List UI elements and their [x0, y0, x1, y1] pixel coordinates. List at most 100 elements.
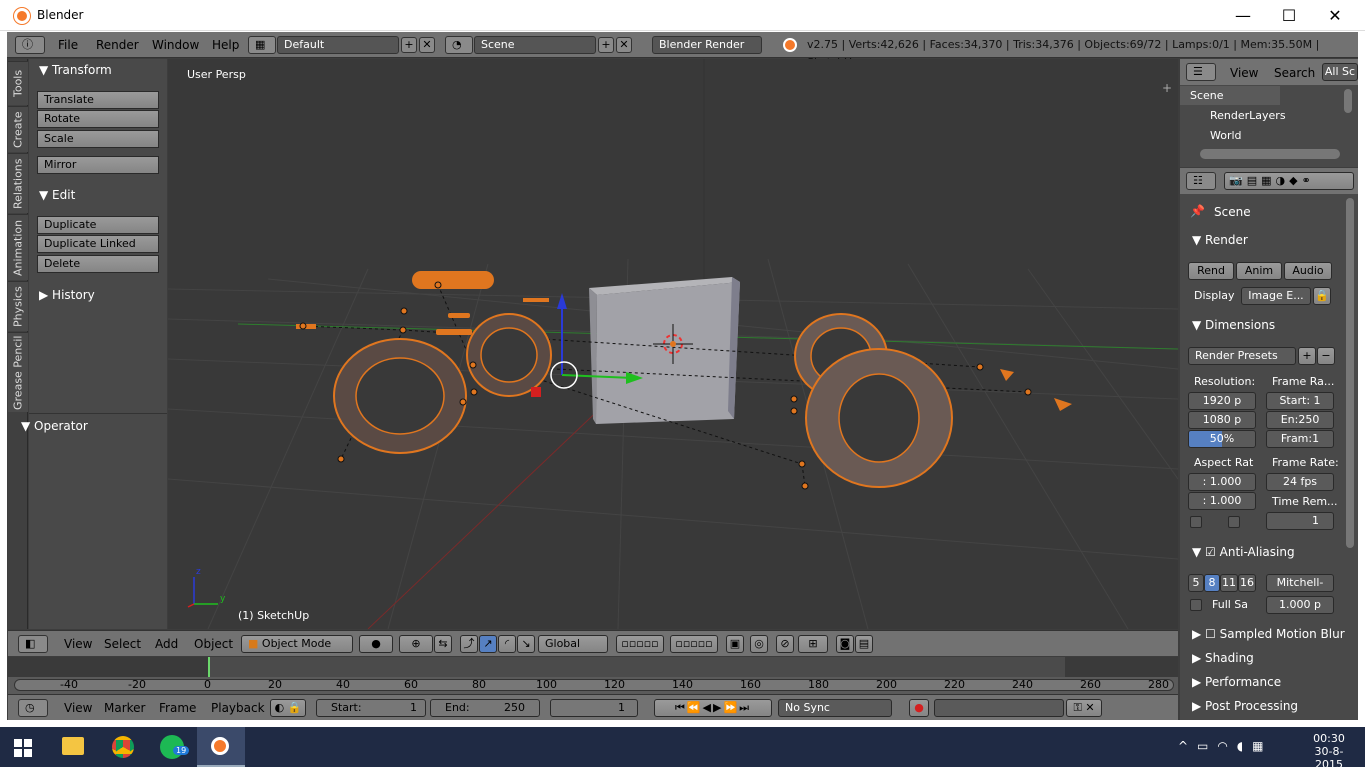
outliner-editor-type-icon[interactable]: ☰: [1186, 63, 1216, 81]
add-preset-button[interactable]: +: [1298, 347, 1316, 365]
aa-filter-select[interactable]: Mitchell-: [1266, 574, 1334, 592]
keyframe-insert-icon[interactable]: ⚿ ✕: [1066, 699, 1102, 717]
tab-grease-pencil[interactable]: Grease Pencil: [8, 332, 28, 412]
menu-select[interactable]: Select: [104, 635, 141, 653]
layers-grid-2[interactable]: ▫▫▫▫▫: [670, 635, 718, 653]
timeline-scrollbar[interactable]: [14, 679, 1174, 691]
playback-controls[interactable]: ⏮⏪◀▶⏩⏭: [654, 699, 772, 717]
resolution-y-field[interactable]: 1080 p: [1188, 411, 1256, 429]
proportional-edit-icon[interactable]: ◎: [750, 635, 768, 653]
pin-icon[interactable]: 📌: [1190, 204, 1205, 218]
properties-vscroll[interactable]: [1346, 198, 1354, 548]
close-button[interactable]: ✕: [1312, 0, 1358, 31]
scale-manipulator-icon[interactable]: ↘: [517, 635, 535, 653]
render-animation-icon[interactable]: ▤: [855, 635, 873, 653]
tab-relations[interactable]: Relations: [8, 153, 28, 213]
view3d-editor-type-icon[interactable]: ◧: [18, 635, 48, 653]
scene-field[interactable]: Scene: [474, 36, 596, 54]
timeline-editor-type-icon[interactable]: ◷: [18, 699, 48, 717]
lock-icon[interactable]: 🔒: [1313, 287, 1331, 305]
translate-button[interactable]: Translate: [37, 91, 159, 109]
aspect-x-field[interactable]: : 1.000: [1188, 473, 1256, 491]
menu-render[interactable]: Render: [96, 36, 139, 54]
duplicate-linked-button[interactable]: Duplicate Linked: [37, 235, 159, 253]
panel-edit-header[interactable]: ▼ Edit: [29, 185, 167, 205]
timeline-menu-view[interactable]: View: [64, 699, 92, 717]
post-processing-panel-header[interactable]: ▶ Post Processing: [1192, 699, 1298, 713]
render-presets-select[interactable]: Render Presets: [1188, 347, 1296, 365]
remove-layout-button[interactable]: ✕: [419, 37, 435, 53]
clock[interactable]: 00:30 30-8-2015: [1301, 732, 1357, 771]
outliner-item-renderlayers[interactable]: RenderLayers: [1210, 109, 1286, 122]
menu-view[interactable]: View: [64, 635, 92, 653]
sync-select[interactable]: No Sync: [778, 699, 892, 717]
aa-samples-11[interactable]: 11: [1220, 574, 1238, 592]
performance-panel-header[interactable]: ▶ Performance: [1192, 675, 1281, 689]
timeline[interactable]: -40 -20 0 20 40 60 80 100 120 140 160 18…: [8, 657, 1178, 694]
start-button[interactable]: [14, 739, 32, 757]
aa-samples-16[interactable]: 16: [1238, 574, 1256, 592]
frame-step-field[interactable]: Fram:1: [1266, 430, 1334, 448]
menu-add[interactable]: Add: [155, 635, 178, 653]
lock-layers-icon[interactable]: ▣: [726, 635, 744, 653]
file-explorer-icon[interactable]: [62, 737, 84, 755]
current-frame-marker[interactable]: [208, 657, 210, 677]
timeline-menu-frame[interactable]: Frame: [159, 699, 196, 717]
chrome-icon[interactable]: [112, 736, 134, 758]
maximize-button[interactable]: ☐: [1266, 0, 1312, 31]
filter-size-field[interactable]: 1.000 p: [1266, 596, 1334, 614]
outliner-hscroll[interactable]: [1200, 149, 1340, 159]
outliner-item-world[interactable]: World: [1210, 129, 1242, 142]
current-frame-field[interactable]: 1: [550, 699, 638, 717]
duplicate-button[interactable]: Duplicate: [37, 216, 159, 234]
frame-start-field[interactable]: Start: 1: [1266, 392, 1334, 410]
border-checkbox[interactable]: [1190, 516, 1202, 528]
mode-select[interactable]: ■ Object Mode: [241, 635, 353, 653]
add-scene-button[interactable]: +: [598, 37, 614, 53]
record-icon[interactable]: ●: [909, 699, 929, 717]
timeline-menu-marker[interactable]: Marker: [104, 699, 145, 717]
tab-animation[interactable]: Animation: [8, 214, 28, 280]
scene-icon[interactable]: ◔: [445, 36, 473, 54]
orientation-select[interactable]: Global: [538, 635, 608, 653]
panel-transform-header[interactable]: ▼ Transform: [29, 60, 167, 80]
shading-select[interactable]: ●: [359, 635, 393, 653]
end-frame-field[interactable]: End: 250: [430, 699, 540, 717]
minimize-button[interactable]: —: [1220, 0, 1266, 31]
preview-range-icon[interactable]: ◐ 🔒: [270, 699, 306, 717]
layout-icon[interactable]: ▦: [248, 36, 276, 54]
scale-button[interactable]: Scale: [37, 130, 159, 148]
tab-create[interactable]: Create: [8, 106, 28, 152]
aspect-y-field[interactable]: : 1.000: [1188, 492, 1256, 510]
outliner-menu-view[interactable]: View: [1230, 64, 1258, 82]
keying-set-field[interactable]: [934, 699, 1064, 717]
aa-panel-header[interactable]: ▼ ☑ Anti-Aliasing: [1192, 545, 1295, 559]
layers-grid-1[interactable]: ▫▫▫▫▫: [616, 635, 664, 653]
panel-history-header[interactable]: ▶ History: [29, 285, 167, 305]
snap-toggle-icon[interactable]: ⊘: [776, 635, 794, 653]
tab-physics[interactable]: Physics: [8, 281, 28, 331]
pivot-select[interactable]: ⊕: [399, 635, 433, 653]
timeline-menu-playback[interactable]: Playback: [211, 699, 265, 717]
rotate-button[interactable]: Rotate: [37, 110, 159, 128]
snap-element-select[interactable]: ⊞: [798, 635, 828, 653]
panel-operator-header[interactable]: ▼ Operator: [11, 416, 167, 436]
manipulator-toggle[interactable]: ⇆: [434, 635, 452, 653]
menu-file[interactable]: File: [58, 36, 78, 54]
aa-samples-8[interactable]: 8: [1204, 574, 1220, 592]
dimensions-panel-header[interactable]: ▼ Dimensions: [1192, 318, 1275, 332]
system-tray-icons[interactable]: ^▭◠◖▦: [1178, 739, 1273, 753]
menu-help[interactable]: Help: [212, 36, 239, 54]
fps-select[interactable]: 24 fps: [1266, 473, 1334, 491]
outliner-item-scene[interactable]: Scene: [1190, 89, 1224, 102]
motion-blur-panel-header[interactable]: ▶ ☐ Sampled Motion Blur: [1192, 627, 1345, 641]
display-select[interactable]: Image E...: [1241, 287, 1311, 305]
3d-viewport[interactable]: User Persp (1) SketchUp z y +: [168, 59, 1178, 629]
delete-button[interactable]: Delete: [37, 255, 159, 273]
manipulator-icon[interactable]: ⤴: [460, 635, 478, 653]
properties-editor-type-icon[interactable]: ☷: [1186, 172, 1216, 190]
resolution-x-field[interactable]: 1920 p: [1188, 392, 1256, 410]
outliner-vscroll[interactable]: [1344, 89, 1352, 113]
aa-samples-5[interactable]: 5: [1188, 574, 1204, 592]
crop-checkbox[interactable]: [1228, 516, 1240, 528]
